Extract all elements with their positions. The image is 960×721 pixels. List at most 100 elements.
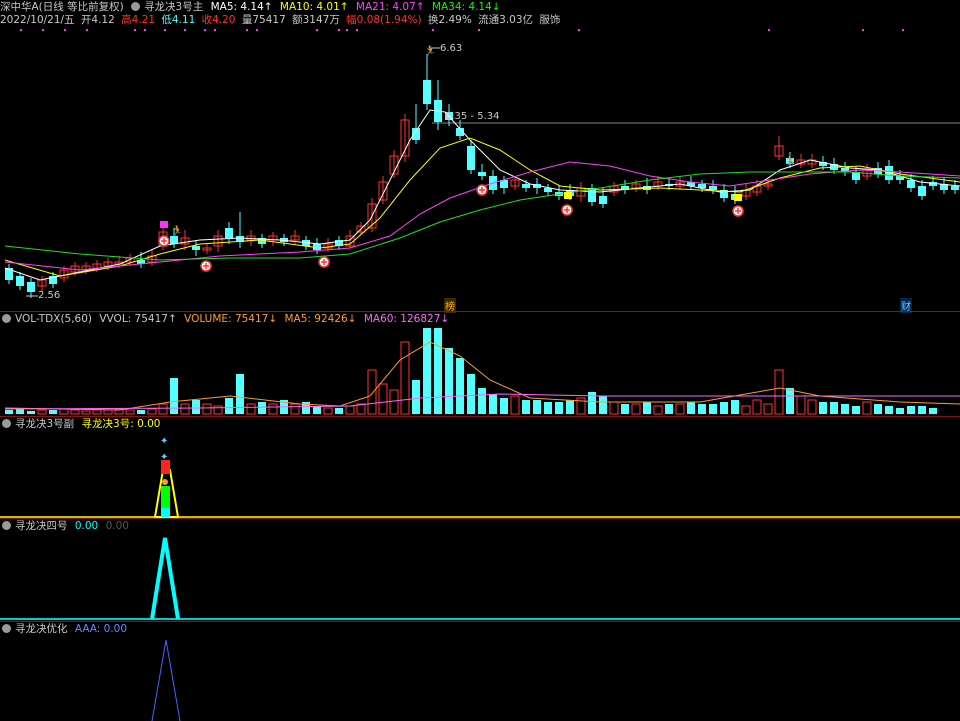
- volume-bar: [70, 409, 80, 415]
- signal-dot: [316, 29, 318, 31]
- volume-bar: [103, 409, 113, 415]
- panel3-block: [161, 486, 170, 508]
- panel4-peak: [150, 537, 180, 620]
- signal-dot: [356, 29, 358, 31]
- volume-bar: [489, 394, 497, 414]
- signal-dot: [204, 29, 206, 31]
- volume-bar: [533, 400, 541, 414]
- ma10-line: [4, 137, 960, 277]
- signal-dots-row: [20, 29, 904, 31]
- signal-dot: [134, 29, 136, 31]
- vol-ma60-value: MA60: 126827↓: [363, 313, 450, 325]
- separator-2: [0, 416, 960, 417]
- signal-dot: [256, 29, 258, 31]
- separator-4: [0, 621, 960, 622]
- kline-chart[interactable]: 🏃🏃🏃 ✦✦: [0, 0, 960, 721]
- range-label: 5.35 - 5.34: [445, 111, 500, 122]
- dragon-icon: ✦: [160, 452, 168, 463]
- volume-bar: [741, 405, 751, 415]
- candle-body: [412, 128, 420, 140]
- candle-body: [522, 184, 530, 188]
- panel5-peak: [151, 639, 181, 721]
- volume-bar: [862, 401, 872, 415]
- volume-bar: [92, 409, 102, 415]
- volume-bar: [665, 404, 673, 414]
- volume-bar: [246, 403, 256, 415]
- vol-indicator-name[interactable]: VOL-TDX(5,60): [15, 313, 92, 325]
- volume-bar: [510, 395, 520, 415]
- volume-bar: [180, 403, 190, 415]
- runner-icon: 🏃: [424, 44, 436, 57]
- dragon-icon: ✦: [160, 436, 168, 447]
- volume-bar: [807, 399, 817, 415]
- volume-bar: [631, 403, 641, 415]
- volume-bar: [500, 398, 508, 414]
- settings-circle-icon[interactable]: [2, 419, 11, 428]
- volume-bar: [852, 406, 860, 414]
- volume-bar: [599, 396, 607, 414]
- signal-dot: [478, 29, 480, 31]
- candle-body: [467, 146, 475, 170]
- signal-dot: [214, 29, 216, 31]
- low-price-label: 2.56: [38, 290, 61, 301]
- panel3-dot: [162, 479, 168, 485]
- candle-body: [478, 172, 486, 176]
- vvol-value: VVOL: 75417↑: [99, 313, 177, 325]
- volume-bar: [445, 348, 453, 414]
- volume-bar: [731, 400, 739, 414]
- volume-bar: [653, 405, 663, 415]
- volume-bar: [675, 403, 685, 415]
- volume-bar: [389, 389, 399, 415]
- settings-circle-icon[interactable]: [2, 624, 11, 633]
- volume-bar: [609, 401, 619, 415]
- volume-bar: [290, 403, 300, 415]
- candle-body: [16, 276, 24, 286]
- volume-bar: [819, 402, 827, 414]
- volume-bar: [400, 341, 410, 415]
- volume-bar: [345, 405, 355, 415]
- settings-circle-icon[interactable]: [2, 521, 11, 530]
- signal-dot: [42, 29, 44, 31]
- signal-square: [564, 192, 572, 199]
- signal-dot: [86, 29, 88, 31]
- volume-bar: [467, 374, 475, 414]
- volume-bar: [412, 380, 420, 414]
- panel5-name[interactable]: 寻龙决优化: [15, 623, 68, 635]
- high-price-label: 6.63: [440, 43, 463, 54]
- signal-dot: [246, 29, 248, 31]
- signal-square: [734, 194, 742, 201]
- volume-bar: [566, 400, 574, 414]
- candle-body: [423, 80, 431, 104]
- panel4-name[interactable]: 寻龙决四号: [15, 520, 68, 532]
- candle-body: [170, 236, 178, 244]
- volume-bar: [752, 399, 762, 415]
- signal-dot: [346, 29, 348, 31]
- candle-body: [225, 228, 233, 238]
- vol-ma5-value: MA5: 92426↓: [284, 313, 357, 325]
- vol-panel-header: VOL-TDX(5,60) VVOL: 75417↑ VOLUME: 75417…: [2, 313, 453, 326]
- candle-body: [500, 180, 508, 188]
- volume-bar: [918, 406, 926, 414]
- volume-bar: [5, 410, 13, 414]
- volume-value: VOLUME: 75417↓: [184, 313, 278, 325]
- signal-dot: [144, 29, 146, 31]
- settings-circle-icon[interactable]: [2, 314, 11, 323]
- volume-bar: [830, 402, 838, 414]
- volume-bar: [709, 404, 717, 414]
- volume-bar: [885, 406, 893, 414]
- signal-dot: [338, 29, 340, 31]
- signal-square: [160, 221, 168, 228]
- volume-bars: [4, 328, 960, 415]
- candle-body: [27, 282, 35, 292]
- volume-bar: [434, 328, 442, 414]
- signal-dot: [64, 29, 66, 31]
- panel3-name[interactable]: 寻龙决3号副: [15, 418, 74, 430]
- volume-bar: [478, 388, 486, 414]
- panel3-plot: ✦✦: [0, 436, 960, 518]
- volume-bar: [49, 410, 57, 414]
- volume-bar: [378, 383, 388, 415]
- volume-bar: [258, 402, 266, 414]
- candle-body: [192, 246, 200, 250]
- volume-bar: [16, 409, 24, 414]
- volume-bar: [522, 400, 530, 414]
